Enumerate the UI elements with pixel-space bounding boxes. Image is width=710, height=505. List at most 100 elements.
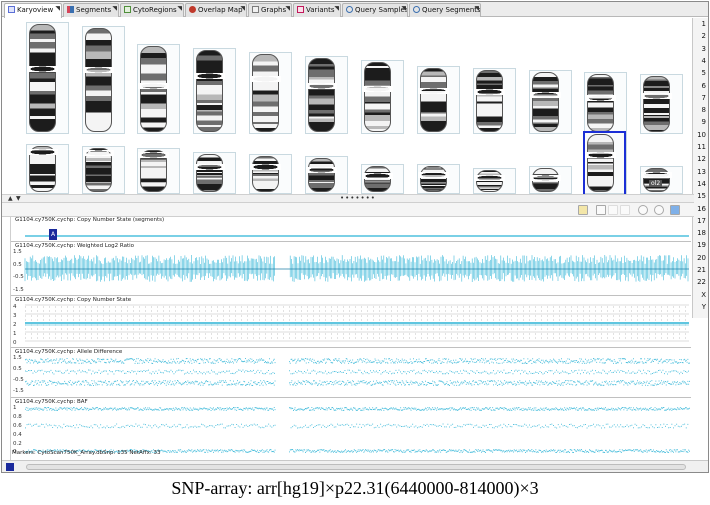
tab-label: Variants <box>306 6 335 14</box>
ruler-chromosome-number[interactable]: 21 <box>697 266 706 274</box>
ruler-chromosome-number[interactable]: 15 <box>697 192 706 200</box>
variants-icon <box>297 6 304 13</box>
ruler-chromosome-number[interactable]: 13 <box>697 168 706 176</box>
pan-icon[interactable] <box>608 205 618 215</box>
tab-bar: Karyoview ◥ Segments ◥ CytoRegions ◥ Overla… <box>2 2 708 18</box>
tab-graphs[interactable]: Graphs ◥ <box>248 3 292 17</box>
centromere <box>530 174 561 181</box>
chromosome-row-2: ol2 <box>2 18 694 197</box>
ruler-chromosome-number[interactable]: 17 <box>697 217 706 225</box>
tab-dropdown-caret-icon[interactable]: ◥ <box>334 4 339 15</box>
ruler-chromosome-number[interactable]: Y <box>702 303 706 311</box>
tab-dropdown-caret-icon[interactable]: ◥ <box>240 4 245 15</box>
scroll-left-icon[interactable] <box>6 463 14 471</box>
horizontal-scrollbar[interactable] <box>26 464 686 470</box>
karyotype-view[interactable]: ol2 <box>2 18 694 197</box>
karyotype-icon <box>8 6 15 13</box>
tab-query-segments[interactable]: Query Segments ◥ <box>409 3 481 17</box>
ytick: -0.5 <box>13 274 24 280</box>
ruler-chromosome-number[interactable]: 10 <box>697 131 706 139</box>
zoom-in-icon[interactable] <box>654 205 664 215</box>
tab-karyoview[interactable]: Karyoview ◥ <box>4 3 62 18</box>
splitter-grip-icon[interactable]: ••••••• <box>340 195 376 202</box>
collapse-up-icon[interactable]: ▲ <box>8 195 13 202</box>
zoom-fit-icon[interactable] <box>670 205 680 215</box>
ruler-chromosome-number[interactable]: 16 <box>697 205 706 213</box>
zoom-out-icon[interactable] <box>638 205 648 215</box>
lock-icon[interactable] <box>578 205 588 215</box>
tab-query-samples[interactable]: Query Samples ◥ <box>342 3 408 17</box>
centromere <box>250 163 281 170</box>
chromosome-ideogram[interactable] <box>196 154 223 192</box>
tab-dropdown-caret-icon[interactable]: ◥ <box>112 4 117 15</box>
centromere <box>474 174 505 181</box>
ytick: 4 <box>13 304 17 310</box>
panel-splitter[interactable]: ▲ ▼ ••••••• <box>2 194 694 203</box>
tab-label: Segments <box>76 6 112 14</box>
ruler-chromosome-number[interactable]: 14 <box>697 180 706 188</box>
segment-marker-label: A <box>50 231 56 238</box>
tab-segments[interactable]: Segments ◥ <box>63 3 119 17</box>
ruler-chromosome-number[interactable]: 9 <box>702 118 706 126</box>
ruler-chromosome-number[interactable]: 7 <box>702 94 706 102</box>
ruler-chromosome-number[interactable]: 6 <box>702 82 706 90</box>
tab-dropdown-caret-icon[interactable]: ◥ <box>177 4 182 15</box>
chromosome-ideogram[interactable] <box>308 158 335 192</box>
ytick: 0.5 <box>13 366 22 372</box>
tab-dropdown-caret-icon[interactable]: ◥ <box>285 4 290 15</box>
data-tracks-panel[interactable]: G1104.cy750K.cychp: Copy Number State (s… <box>10 217 691 460</box>
ruler-chromosome-number[interactable]: 2 <box>702 32 706 40</box>
tab-label: Query Segments <box>422 6 481 14</box>
ytick: 1 <box>13 405 17 411</box>
track-title-copy-number-state: G1104.cy750K.cychp: Copy Number State <box>15 297 132 303</box>
ruler-chromosome-number[interactable]: 5 <box>702 69 706 77</box>
ruler-chromosome-number[interactable]: 20 <box>697 254 706 262</box>
centromere <box>362 173 393 180</box>
ytick: 0.2 <box>13 441 22 447</box>
tab-overlap-map[interactable]: Overlap Map ◥ <box>185 3 247 17</box>
ytick: -1.5 <box>13 388 24 394</box>
chromosome-ideogram[interactable] <box>252 156 279 192</box>
ruler-chromosome-number[interactable]: 8 <box>702 106 706 114</box>
ytick: 0 <box>13 340 17 346</box>
chas-browser-window: Karyoview ◥ Segments ◥ CytoRegions ◥ Overla… <box>1 1 709 473</box>
ytick: 1.5 <box>13 249 22 255</box>
track-separator <box>11 397 691 398</box>
track-title-allele-difference: G1104.cy750K.cychp: Allele Difference <box>15 349 123 355</box>
chromosome-ideogram[interactable] <box>420 166 447 192</box>
segment-marker[interactable]: A <box>49 229 57 240</box>
track-title-cn-segments: G1104.cy750K.cychp: Copy Number State (s… <box>15 217 165 223</box>
tab-dropdown-caret-icon[interactable]: ◥ <box>474 4 479 15</box>
collapse-down-icon[interactable]: ▼ <box>16 195 21 202</box>
ruler-chromosome-number[interactable]: 3 <box>702 45 706 53</box>
tab-dropdown-caret-icon[interactable]: ◥ <box>55 4 60 15</box>
ruler-chromosome-number[interactable]: 18 <box>697 229 706 237</box>
tab-cytoregions[interactable]: CytoRegions ◥ <box>120 3 184 17</box>
ruler-chromosome-number[interactable]: 22 <box>697 278 706 286</box>
baf-band-1 <box>25 407 690 411</box>
ruler-chromosome-number[interactable]: 12 <box>697 155 706 163</box>
ruler-chromosome-number[interactable]: X <box>701 291 706 299</box>
query-samples-icon <box>346 6 353 13</box>
allele-diff-band-mid <box>25 369 689 375</box>
select-pointer-icon[interactable] <box>596 205 606 215</box>
ytick: -0.5 <box>13 377 24 383</box>
ytick: 1.5 <box>13 355 22 361</box>
tab-dropdown-caret-icon[interactable]: ◥ <box>401 4 406 15</box>
centromere <box>306 167 337 174</box>
ruler-chromosome-number[interactable]: 19 <box>697 241 706 249</box>
tab-variants[interactable]: Variants ◥ <box>293 3 341 17</box>
cytoregions-icon <box>124 6 131 13</box>
ruler-tool-icon[interactable] <box>620 205 630 215</box>
chromosome-ideogram[interactable] <box>476 170 503 192</box>
ruler-chromosome-number[interactable]: 11 <box>697 143 706 151</box>
ruler-chromosome-number[interactable]: 1 <box>702 20 706 28</box>
ruler-chromosome-number[interactable]: 4 <box>702 57 706 65</box>
ytick: 0.4 <box>13 432 22 438</box>
selected-chromosome-highlight[interactable] <box>583 131 626 197</box>
track-signal-canvas <box>24 235 690 453</box>
ytick: 3 <box>13 313 17 319</box>
chromosome-ruler[interactable]: 1 2 3 4 5 6 7 8 9 10 11 12 13 14 15 16 17 18 19 20 21 22 X Y <box>692 18 708 318</box>
centromere <box>641 172 672 179</box>
ytick: -1.5 <box>13 287 24 293</box>
